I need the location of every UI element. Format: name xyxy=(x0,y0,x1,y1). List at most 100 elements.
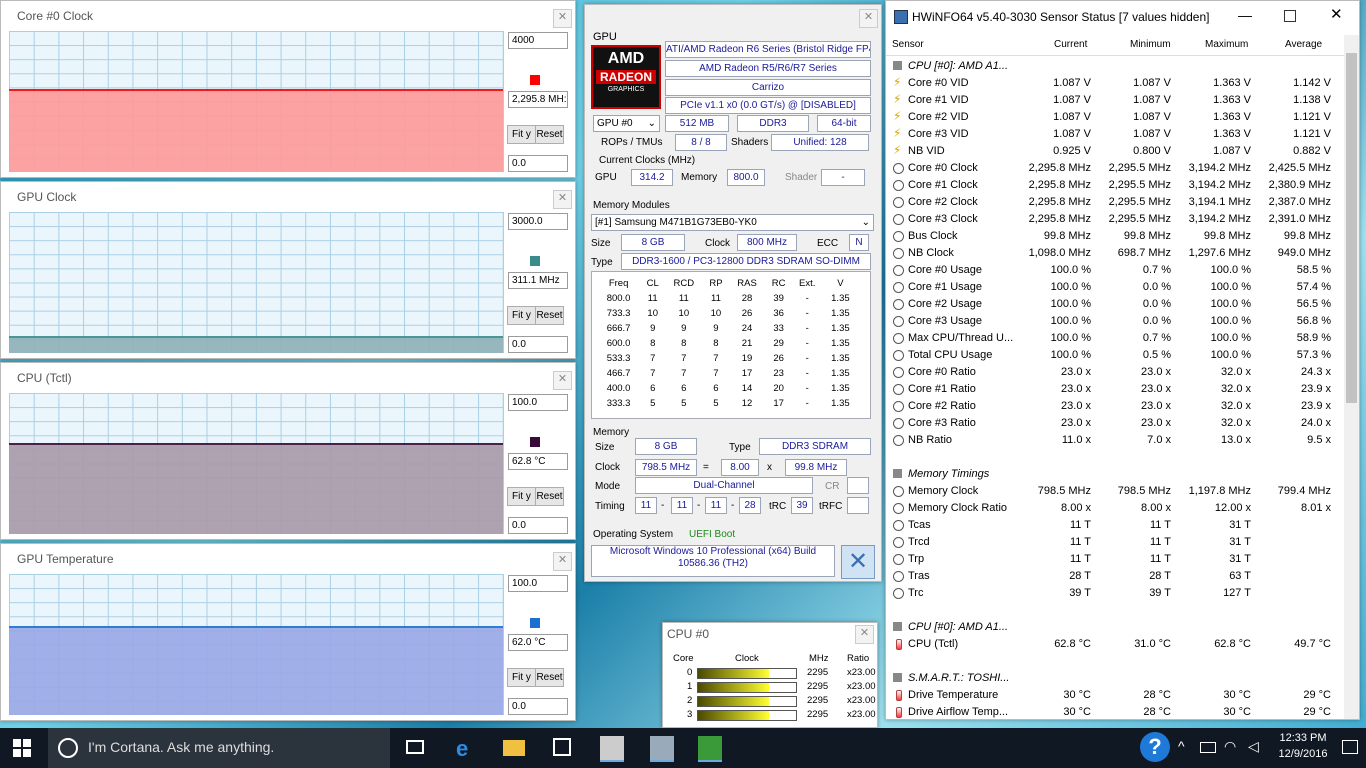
sensor-group-row[interactable]: CPU [#0]: AMD A1... xyxy=(886,619,1346,636)
sensor-row[interactable]: Core #0 Ratio 23.0 x 23.0 x 32.0 x 24.3 x xyxy=(886,364,1346,381)
sensor-row[interactable]: CPU (Tctl) 62.8 °C 31.0 °C 62.8 °C 49.7 °C xyxy=(886,636,1346,653)
hwinfo-taskbar-icon[interactable] xyxy=(600,736,624,762)
header-maximum[interactable]: Maximum xyxy=(1205,39,1248,50)
volume-icon[interactable]: ◁ xyxy=(1248,738,1259,755)
header-average[interactable]: Average xyxy=(1285,39,1322,50)
sensor-row[interactable]: Memory Clock Ratio 8.00 x 8.00 x 12.00 x 8.0… xyxy=(886,500,1346,517)
close-icon[interactable]: ✕ xyxy=(859,9,878,28)
series-color-swatch[interactable] xyxy=(530,437,540,447)
sensor-row[interactable]: Trp 11 T 11 T 31 T xyxy=(886,551,1346,568)
sensor-row[interactable]: Core #0 Clock 2,295.8 MHz 2,295.5 MHz 3,194… xyxy=(886,160,1346,177)
scrollbar[interactable] xyxy=(1344,35,1359,719)
graph-max-input[interactable]: 3000.0 xyxy=(508,213,568,230)
start-button[interactable] xyxy=(13,739,31,757)
gpu-taskbar-icon[interactable] xyxy=(698,736,722,762)
cortana-search-box[interactable]: I'm Cortana. Ask me anything. xyxy=(48,728,390,768)
sensor-row[interactable]: Core #3 Ratio 23.0 x 23.0 x 32.0 x 24.0 x xyxy=(886,415,1346,432)
close-panel-button[interactable]: ✕ xyxy=(841,545,875,579)
sensor-row[interactable]: Tcas 11 T 11 T 31 T xyxy=(886,517,1346,534)
task-view-icon[interactable] xyxy=(406,740,424,754)
maximize-icon[interactable] xyxy=(1284,10,1296,22)
show-hidden-icons[interactable]: ^ xyxy=(1178,738,1185,754)
sensor-row[interactable]: Total CPU Usage 100.0 % 0.5 % 100.0 % 57.3 % xyxy=(886,347,1346,364)
battery-icon[interactable] xyxy=(1200,742,1216,753)
sensor-row[interactable]: Core #1 Ratio 23.0 x 23.0 x 32.0 x 23.9 x xyxy=(886,381,1346,398)
file-explorer-icon[interactable] xyxy=(503,740,525,756)
minimize-icon[interactable]: — xyxy=(1238,7,1252,23)
notifications-icon[interactable] xyxy=(1342,740,1358,754)
fit-y-button[interactable]: Fit y xyxy=(507,487,536,506)
graph-min-input[interactable]: 0.0 xyxy=(508,336,568,353)
sensor-row[interactable]: Trcd 11 T 11 T 31 T xyxy=(886,534,1346,551)
sensor-taskbar-icon[interactable] xyxy=(650,736,674,762)
close-icon[interactable]: ✕ xyxy=(1330,5,1343,23)
store-icon[interactable] xyxy=(553,738,571,756)
sensor-row[interactable]: NB Ratio 11.0 x 7.0 x 13.0 x 9.5 x xyxy=(886,432,1346,449)
sensor-row[interactable]: Core #2 Clock 2,295.8 MHz 2,295.5 MHz 3,194… xyxy=(886,194,1346,211)
sensor-row[interactable]: ⚡ Core #1 VID 1.087 V 1.087 V 1.363 V 1.138 V xyxy=(886,92,1346,109)
fit-y-button[interactable]: Fit y xyxy=(507,668,536,687)
timing-cell: 14 xyxy=(741,383,753,394)
sensor-row[interactable]: Core #3 Clock 2,295.8 MHz 2,295.5 MHz 3,194… xyxy=(886,211,1346,228)
reset-button[interactable]: Reset xyxy=(535,668,564,687)
sensor-row[interactable]: ⚡ Core #3 VID 1.087 V 1.087 V 1.363 V 1.121 V xyxy=(886,126,1346,143)
sensor-row[interactable]: Memory Clock 798.5 MHz 798.5 MHz 1,197.8 MH… xyxy=(886,483,1346,500)
sensor-group-row[interactable]: CPU [#0]: AMD A1... xyxy=(886,58,1346,75)
graph-max-input[interactable]: 100.0 xyxy=(508,394,568,411)
graph-min-input[interactable]: 0.0 xyxy=(508,155,568,172)
close-icon[interactable]: ✕ xyxy=(553,371,572,390)
reset-button[interactable]: Reset xyxy=(535,306,564,325)
sensor-row[interactable]: ⚡ Core #0 VID 1.087 V 1.087 V 1.363 V 1.142 V xyxy=(886,75,1346,92)
sensor-row[interactable]: Core #2 Ratio 23.0 x 23.0 x 32.0 x 23.9 x xyxy=(886,398,1346,415)
close-icon[interactable]: ✕ xyxy=(855,625,874,644)
fit-y-button[interactable]: Fit y xyxy=(507,125,536,144)
sensor-group-row[interactable]: Memory Timings xyxy=(886,466,1346,483)
sensor-row[interactable]: Core #1 Usage 100.0 % 0.0 % 100.0 % 57.4 % xyxy=(886,279,1346,296)
reset-button[interactable]: Reset xyxy=(535,487,564,506)
header-current[interactable]: Current xyxy=(1054,39,1087,50)
sensor-group-row[interactable]: S.M.A.R.T.: TOSHI... xyxy=(886,670,1346,687)
graph-min-input[interactable]: 0.0 xyxy=(508,698,568,715)
graph-max-input[interactable]: 4000 xyxy=(508,32,568,49)
sensor-row[interactable]: Core #1 Clock 2,295.8 MHz 2,295.5 MHz 3,194… xyxy=(886,177,1346,194)
header-minimum[interactable]: Minimum xyxy=(1130,39,1171,50)
sensor-row[interactable]: Core #0 Usage 100.0 % 0.7 % 100.0 % 58.5 % xyxy=(886,262,1346,279)
sensor-row[interactable]: NB Clock 1,098.0 MHz 698.7 MHz 1,297.6 MHz 9… xyxy=(886,245,1346,262)
sensor-value: 11 T xyxy=(1070,519,1091,531)
graph-max-input[interactable]: 100.0 xyxy=(508,575,568,592)
sensor-row[interactable]: Max CPU/Thread U... 100.0 % 0.7 % 100.0 % 58… xyxy=(886,330,1346,347)
close-icon[interactable]: ✕ xyxy=(553,190,572,209)
reset-button[interactable]: Reset xyxy=(535,125,564,144)
graph-min-input[interactable]: 0.0 xyxy=(508,517,568,534)
sensor-row[interactable]: Bus Clock 99.8 MHz 99.8 MHz 99.8 MHz 99.8 MH… xyxy=(886,228,1346,245)
sensor-row[interactable]: Core #3 Usage 100.0 % 0.0 % 100.0 % 56.8 % xyxy=(886,313,1346,330)
clock-icon xyxy=(893,503,904,514)
sensor-row[interactable]: Core #2 Usage 100.0 % 0.0 % 100.0 % 56.5 % xyxy=(886,296,1346,313)
wifi-icon[interactable]: ◠ xyxy=(1224,738,1236,755)
sensor-row[interactable]: ⚡ NB VID 0.925 V 0.800 V 1.087 V 0.882 V xyxy=(886,143,1346,160)
help-icon[interactable]: ? xyxy=(1140,732,1170,762)
sensor-row[interactable]: Trc 39 T 39 T 127 T xyxy=(886,585,1346,602)
clock-icon xyxy=(893,367,904,378)
sensor-row[interactable]: Tras 28 T 28 T 63 T xyxy=(886,568,1346,585)
series-color-swatch[interactable] xyxy=(530,618,540,628)
clock-time[interactable]: 12:33 PM xyxy=(1275,732,1331,744)
memory-type: DDR3 SDRAM xyxy=(759,438,871,455)
scrollbar-thumb[interactable] xyxy=(1346,53,1357,403)
gpu-select[interactable]: GPU #0 ⌄ xyxy=(593,115,660,132)
sensor-value: 1.121 V xyxy=(1293,128,1331,140)
series-color-swatch[interactable] xyxy=(530,75,540,85)
shader-clock-value: - xyxy=(821,169,865,186)
sensor-row[interactable]: ⚡ Core #2 VID 1.087 V 1.087 V 1.363 V 1.121 V xyxy=(886,109,1346,126)
header-sensor[interactable]: Sensor xyxy=(892,39,924,50)
hwinfo-window: HWiNFO64 v5.40-3030 Sensor Status [7 val… xyxy=(885,0,1360,720)
close-icon[interactable]: ✕ xyxy=(553,9,572,28)
fit-y-button[interactable]: Fit y xyxy=(507,306,536,325)
edge-icon[interactable]: e xyxy=(456,736,468,762)
sensor-row[interactable]: Drive Temperature 30 °C 28 °C 30 °C 29 °C xyxy=(886,687,1346,704)
clock-date[interactable]: 12/9/2016 xyxy=(1275,748,1331,760)
series-color-swatch[interactable] xyxy=(530,256,540,266)
sensor-row[interactable]: Drive Airflow Temp... 30 °C 28 °C 30 °C 29 °… xyxy=(886,704,1346,718)
module-select[interactable]: [#1] Samsung M471B1G73EB0-YK0 ⌄ xyxy=(591,214,874,231)
close-icon[interactable]: ✕ xyxy=(553,552,572,571)
